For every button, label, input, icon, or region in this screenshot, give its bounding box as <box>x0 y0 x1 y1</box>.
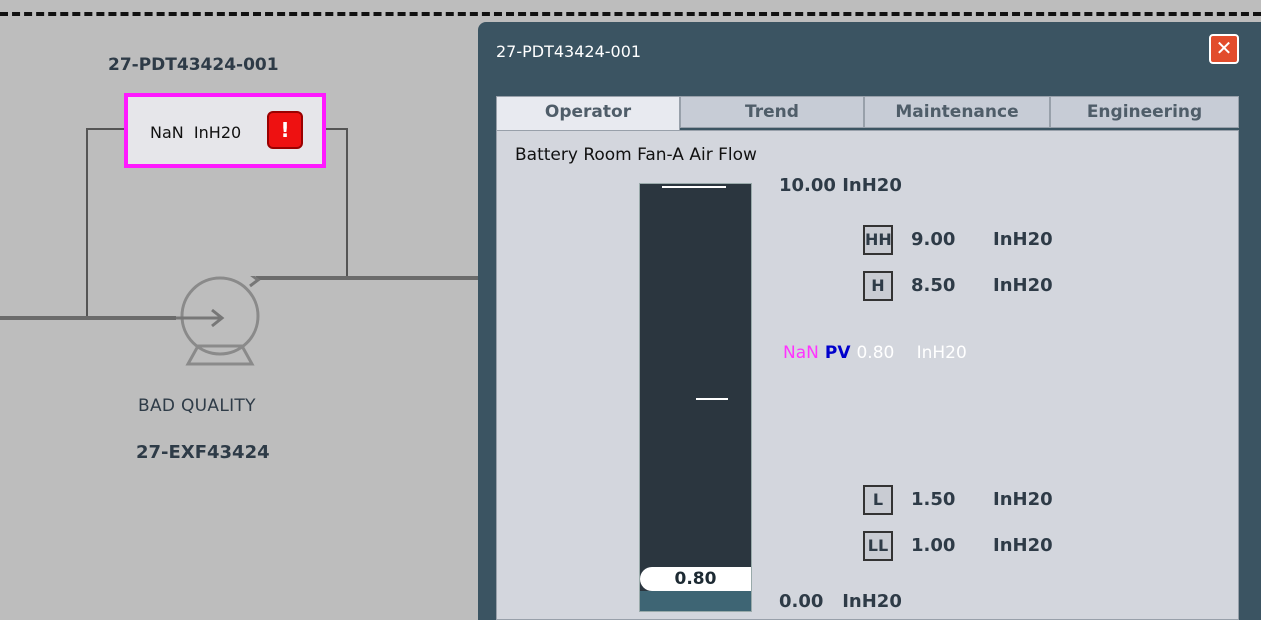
equipment-status: BAD QUALITY <box>138 396 256 416</box>
pv-value: 0.80 <box>856 343 895 363</box>
limit-h[interactable]: H 8.50 InH20 <box>863 271 1053 303</box>
tab-engineering[interactable]: Engineering <box>1050 96 1239 128</box>
transmitter-value-box[interactable]: NaN InH20 ! <box>124 93 326 168</box>
dashed-border <box>0 12 1261 16</box>
limit-hh[interactable]: HH 9.00 InH20 <box>863 225 1053 257</box>
pump-icon[interactable] <box>174 276 266 366</box>
limit-h-value: 8.50 <box>911 275 956 296</box>
level-bar-fill <box>640 591 751 611</box>
inlet-duct <box>0 316 176 320</box>
transmitter-tag[interactable]: 27-PDT43424-001 <box>108 55 279 75</box>
limit-ll-unit: InH20 <box>993 535 1053 556</box>
limit-h-badge: H <box>863 271 893 301</box>
close-icon[interactable]: ✕ <box>1209 34 1239 64</box>
pv-nan: NaN <box>783 343 819 363</box>
point-description: Battery Room Fan-A Air Flow <box>515 145 757 165</box>
pv-readout: NaN PV 0.80 InH20 <box>783 343 973 363</box>
limit-hh-unit: InH20 <box>993 229 1053 250</box>
limit-ll-value: 1.00 <box>911 535 956 556</box>
limit-l-value: 1.50 <box>911 489 956 510</box>
faceplate-dialog: 27-PDT43424-001 ✕ Operator Trend Mainten… <box>478 22 1261 620</box>
limit-h-unit: InH20 <box>993 275 1053 296</box>
impulse-line-right-top <box>326 128 348 130</box>
range-high: 10.00 InH20 <box>779 175 902 196</box>
tab-trend[interactable]: Trend <box>680 96 864 128</box>
alarm-exclamation-icon[interactable]: ! <box>267 111 303 149</box>
impulse-line-left-top <box>86 128 124 130</box>
range-low: 0.00 InH20 <box>779 591 902 612</box>
equipment-tag[interactable]: 27-EXF43424 <box>136 442 270 463</box>
level-bar: 0.80 <box>639 183 752 612</box>
impulse-line-left <box>86 128 88 318</box>
limit-ll[interactable]: LL 1.00 InH20 <box>863 531 1053 563</box>
tab-bar: Operator Trend Maintenance Engineering <box>496 96 1239 132</box>
dialog-title: 27-PDT43424-001 <box>496 42 642 61</box>
limit-hh-value: 9.00 <box>911 229 956 250</box>
limit-l[interactable]: L 1.50 InH20 <box>863 485 1053 517</box>
tab-operator[interactable]: Operator <box>496 96 680 132</box>
limit-hh-badge: HH <box>863 225 893 255</box>
setpoint-marker <box>696 398 728 400</box>
pv-unit: InH20 <box>916 343 967 363</box>
limit-ll-badge: LL <box>863 531 893 561</box>
pv-label: PV <box>824 343 851 363</box>
impulse-line-right <box>346 128 348 278</box>
limit-l-unit: InH20 <box>993 489 1053 510</box>
transmitter-value: NaN InH20 <box>150 123 242 142</box>
limit-l-badge: L <box>863 485 893 515</box>
operator-panel: Battery Room Fan-A Air Flow 0.80 10.00 I… <box>496 130 1239 620</box>
bar-value-label: 0.80 <box>640 567 751 591</box>
outlet-duct <box>256 276 478 280</box>
tab-maintenance[interactable]: Maintenance <box>864 96 1050 128</box>
high-range-tick <box>662 186 726 188</box>
